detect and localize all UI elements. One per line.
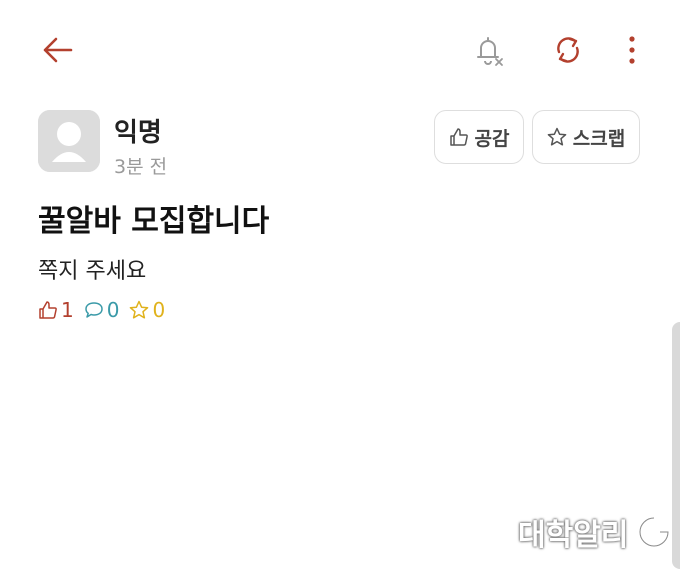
refresh-button[interactable] (546, 28, 590, 72)
default-avatar-icon (38, 110, 100, 172)
notification-off-button[interactable] (466, 28, 510, 72)
comment-count: 0 (84, 298, 120, 322)
thumbs-up-icon (449, 128, 468, 146)
watermark-text: 대학알리 (518, 518, 629, 553)
top-app-bar (0, 0, 680, 100)
post-stats: 1 0 0 (38, 298, 165, 322)
comment-count-value: 0 (106, 298, 120, 322)
post-body: 쪽지 주세요 (38, 259, 147, 284)
back-button[interactable] (36, 28, 80, 72)
watermark: 대학알리 (518, 510, 674, 554)
like-button[interactable]: 공감 (434, 110, 524, 164)
like-button-label: 공감 (474, 127, 510, 150)
author-name: 익명 (114, 118, 162, 148)
more-options-button[interactable] (612, 28, 652, 72)
bell-off-icon (477, 37, 503, 66)
scrap-count: 0 (129, 298, 165, 322)
refresh-icon (557, 37, 579, 63)
thumbs-up-icon (39, 301, 57, 319)
scrap-button[interactable]: 스크랩 (532, 110, 640, 164)
post-time: 3분 전 (114, 156, 168, 178)
star-icon (130, 300, 149, 319)
scrap-count-value: 0 (152, 298, 166, 322)
like-count-value: 1 (61, 298, 74, 322)
comment-icon (84, 302, 103, 318)
more-vertical-icon (629, 36, 635, 64)
scrap-button-label: 스크랩 (572, 127, 626, 150)
post-title: 꿀알바 모집합니다 (38, 204, 270, 239)
post-page: 익명 3분 전 공감 스크랩 꿀알바 모집합니다 쪽지 주세요 1 0 0 대학… (0, 0, 680, 569)
watermark-logo-icon (638, 516, 671, 548)
avatar (38, 110, 100, 172)
like-count: 1 (38, 298, 74, 322)
arrow-left-icon (43, 37, 73, 63)
star-icon (547, 127, 567, 146)
